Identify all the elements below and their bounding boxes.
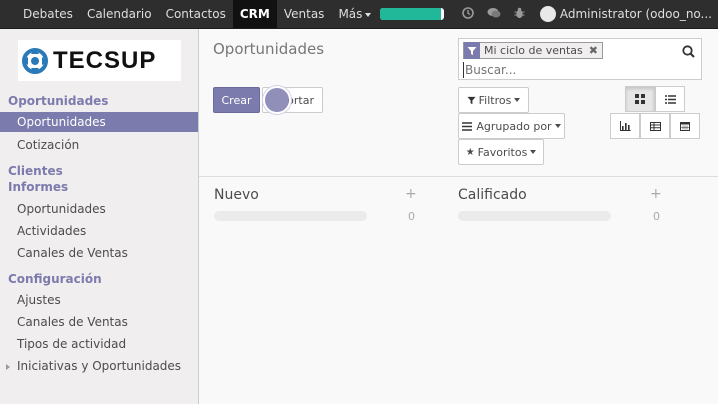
column-title[interactable]: Nuevo (214, 187, 259, 203)
menu-mas-label: Más (338, 7, 363, 21)
remove-facet-icon[interactable]: ✖ (589, 44, 598, 57)
bug-icon[interactable] (510, 7, 530, 22)
menu-debates[interactable]: Debates (16, 0, 80, 28)
filters-label: Filtros (478, 93, 512, 107)
sidebar-section-oportunidades[interactable]: Oportunidades (8, 94, 108, 108)
progress-bar[interactable] (379, 8, 444, 20)
sidebar-item-tipos-actividad[interactable]: Tipos de actividad (17, 337, 126, 351)
sidebar-section-clientes[interactable]: Clientes (8, 164, 63, 178)
sidebar-item-ajustes[interactable]: Ajustes (17, 293, 61, 307)
search-facet[interactable]: Mi ciclo de ventas ✖ (463, 42, 603, 59)
app-menu: Debates Calendario Contactos CRM Ventas … (16, 0, 378, 28)
list-icon (664, 94, 676, 104)
column-progress-bar[interactable] (214, 211, 367, 221)
graph-view-button[interactable] (610, 113, 640, 139)
list-icon (462, 121, 473, 131)
chat-icon[interactable] (484, 7, 504, 22)
kanban-view-button[interactable] (625, 86, 655, 112)
search-input[interactable] (463, 62, 663, 78)
favorites-label: Favoritos (477, 145, 528, 159)
tecsup-logo-icon (22, 47, 48, 74)
caret-down-icon (554, 124, 561, 128)
menu-calendario[interactable]: Calendario (80, 0, 159, 28)
caret-down-icon (530, 150, 537, 154)
pivot-view-button[interactable] (640, 113, 670, 139)
sidebar: TECSUP Oportunidades Oportunidades Cotiz… (0, 29, 199, 404)
kanban-board: Nuevo + 0 Calificado + 0 Pr (199, 176, 718, 404)
menu-crm[interactable]: CRM (232, 0, 277, 28)
search-box: Mi ciclo de ventas ✖ (458, 38, 702, 80)
star-icon: ★ (465, 146, 475, 158)
column-progress-bar[interactable] (458, 211, 611, 221)
column-count: 0 (408, 210, 415, 223)
caret-down-icon (514, 98, 521, 102)
menu-contactos[interactable]: Contactos (159, 0, 233, 28)
caret-down-icon (365, 12, 372, 17)
groupby-label: Agrupado por (476, 119, 552, 133)
sidebar-item-actividades[interactable]: Actividades (17, 224, 86, 238)
filters-dropdown[interactable]: Filtros (458, 87, 529, 113)
progress-fill (379, 8, 441, 20)
sidebar-item-cotizacion[interactable]: Cotización (17, 138, 79, 152)
expand-arrow-icon (6, 363, 10, 370)
table-icon (649, 121, 661, 131)
filter-icon (467, 96, 476, 104)
company-logo[interactable]: TECSUP (18, 40, 181, 81)
page-title: Oportunidades (213, 40, 325, 58)
favorites-dropdown[interactable]: ★ Favoritos (458, 139, 544, 165)
add-card-icon[interactable]: + (650, 186, 662, 202)
create-button[interactable]: Crear (213, 87, 260, 113)
sidebar-item-iniciativas-label: Iniciativas y Oportunidades (17, 359, 182, 373)
sidebar-section-configuracion[interactable]: Configuración (8, 272, 102, 286)
tour-tip-bubble[interactable] (263, 86, 291, 114)
search-icon[interactable] (682, 45, 695, 62)
sidebar-item-informes-oportunidades[interactable]: Oportunidades (17, 202, 106, 216)
sidebar-section-informes[interactable]: Informes (8, 180, 68, 194)
calendar-icon (680, 122, 690, 131)
sidebar-item-canales-informe[interactable]: Canales de Ventas (17, 246, 128, 260)
column-title[interactable]: Calificado (458, 187, 527, 203)
clock-icon[interactable] (458, 6, 478, 22)
user-menu[interactable]: Administrator (odoo_no... (560, 7, 712, 21)
groupby-dropdown[interactable]: Agrupado por (458, 113, 565, 139)
sidebar-item-canales-config[interactable]: Canales de Ventas (17, 315, 128, 329)
facet-label: Mi ciclo de ventas (484, 44, 583, 57)
menu-mas[interactable]: Más (331, 0, 378, 28)
systray: Administrator (odoo_no... (379, 0, 718, 28)
avatar[interactable] (539, 6, 556, 22)
filter-icon (464, 42, 480, 59)
top-navbar: Debates Calendario Contactos CRM Ventas … (0, 0, 718, 29)
sidebar-item-iniciativas[interactable]: Iniciativas y Oportunidades (6, 359, 182, 373)
kanban-icon (635, 94, 645, 104)
list-view-button[interactable] (655, 86, 685, 112)
column-count: 0 (653, 210, 660, 223)
sidebar-item-oportunidades[interactable]: Oportunidades (0, 112, 198, 132)
menu-ventas[interactable]: Ventas (277, 0, 332, 28)
bar-chart-icon (619, 121, 630, 131)
calendar-view-button[interactable] (670, 113, 700, 139)
add-card-icon[interactable]: + (405, 186, 417, 202)
logo-text: TECSUP (53, 46, 157, 74)
